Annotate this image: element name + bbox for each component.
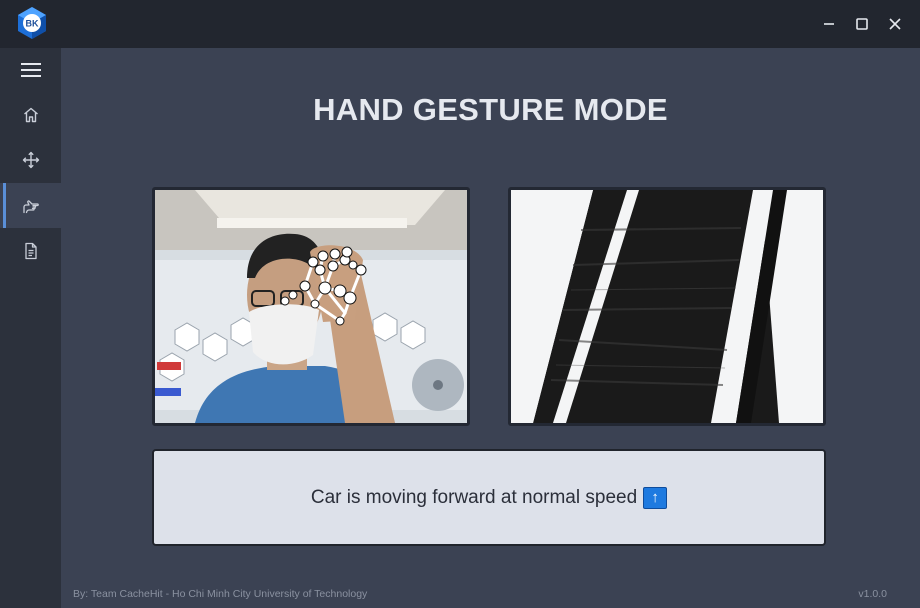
- up-arrow-icon: ↑: [643, 486, 668, 509]
- footer-credit: By: Team CacheHit - Ho Chi Minh City Uni…: [73, 588, 368, 600]
- sidebar-item-document[interactable]: [0, 228, 61, 273]
- minimize-icon: [824, 23, 834, 25]
- close-button[interactable]: [883, 12, 907, 36]
- sidebar-item-move[interactable]: [0, 137, 61, 182]
- document-icon: [24, 242, 37, 259]
- road-feed: [508, 187, 826, 426]
- status-panel: Car is moving forward at normal speed ↑: [152, 449, 826, 546]
- hand-pointer-icon: [22, 199, 39, 213]
- title-bar: BK: [0, 0, 920, 48]
- camera-feed-image: [155, 190, 467, 423]
- road-feed-image: [511, 190, 823, 423]
- home-icon: [23, 107, 38, 122]
- close-icon: [889, 18, 901, 30]
- maximize-button[interactable]: [850, 12, 874, 36]
- menu-toggle-button[interactable]: [0, 48, 61, 92]
- page-title: HAND GESTURE MODE: [313, 92, 668, 127]
- bk-logo: BK: [16, 6, 48, 40]
- minimize-button[interactable]: [817, 12, 841, 36]
- move-arrows-icon: [22, 151, 39, 168]
- sidebar-item-home[interactable]: [0, 92, 61, 137]
- hamburger-menu-icon: [20, 63, 41, 77]
- sidebar: [0, 48, 61, 608]
- logo-text: BK: [26, 19, 39, 29]
- maximize-icon: [856, 18, 868, 30]
- camera-feed: [152, 187, 470, 426]
- sidebar-item-hand-gesture[interactable]: [0, 183, 61, 228]
- version-label: v1.0.0: [858, 588, 887, 600]
- status-text: Car is moving forward at normal speed: [310, 486, 638, 508]
